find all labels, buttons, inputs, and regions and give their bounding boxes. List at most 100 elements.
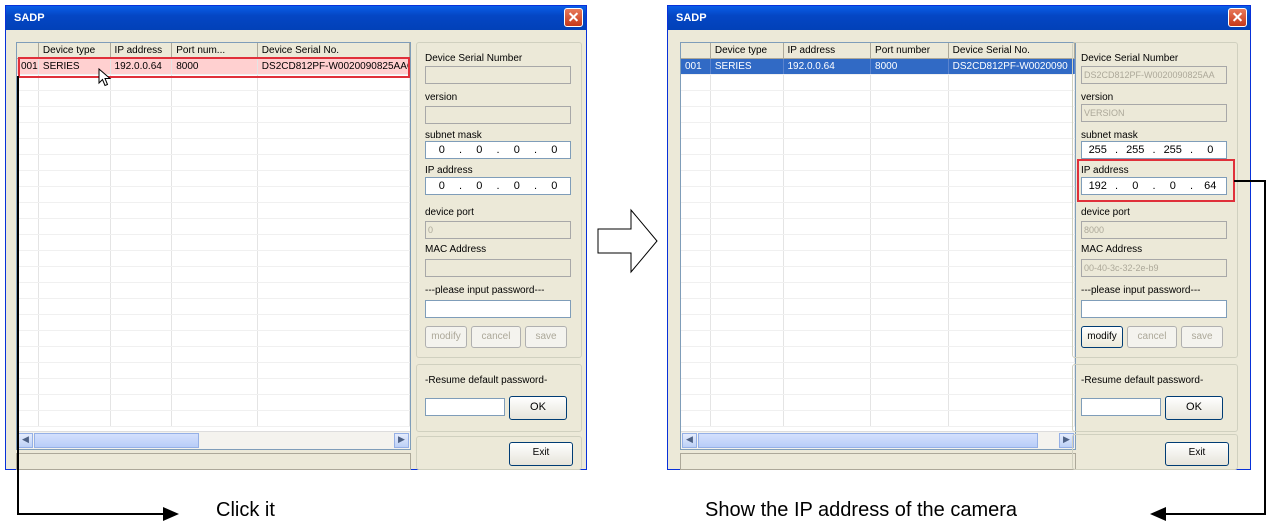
resume-label: -Resume default password- — [425, 375, 548, 386]
annotation-line-left-horizontal — [17, 513, 167, 515]
modify-button[interactable]: modify — [425, 326, 467, 348]
device-info-group: Device Serial Number version subnet mask… — [416, 42, 582, 358]
empty-row — [17, 331, 410, 347]
action-buttons: modify cancel save — [1081, 326, 1223, 348]
empty-row — [681, 267, 1075, 283]
modify-button[interactable]: modify — [1081, 326, 1123, 348]
mac-field — [425, 259, 571, 277]
outline-right-arrow-icon — [597, 208, 658, 274]
col-header-ip-address[interactable]: IP address — [784, 43, 872, 58]
subnet-label: subnet mask — [425, 130, 482, 141]
close-icon[interactable] — [564, 8, 583, 27]
save-button[interactable]: save — [1181, 326, 1223, 348]
cell-ip-address: 192.0.0.64 — [784, 59, 872, 74]
scroll-right-icon[interactable]: ▶ — [394, 433, 409, 448]
ok-button[interactable]: OK — [1165, 396, 1223, 420]
annotation-line-right-horizontal — [1164, 513, 1266, 515]
sadp-window-left: SADP Device type IP address Port num... … — [5, 5, 587, 470]
scroll-left-icon[interactable]: ◀ — [682, 433, 697, 448]
empty-row — [681, 123, 1075, 139]
empty-row — [681, 171, 1075, 187]
col-header-port[interactable]: Port number — [871, 43, 949, 58]
empty-row — [681, 363, 1075, 379]
subnet-label: subnet mask — [1081, 130, 1138, 141]
empty-row — [17, 107, 410, 123]
resume-password-input[interactable] — [425, 398, 505, 416]
col-header-ip-address[interactable]: IP address — [111, 43, 173, 58]
serial-label: Device Serial Number — [425, 53, 523, 64]
cancel-button[interactable]: cancel — [471, 326, 521, 348]
action-buttons: modify cancel save — [425, 326, 567, 348]
serial-label: Device Serial Number — [1081, 53, 1179, 64]
col-header-index[interactable] — [681, 43, 711, 58]
empty-row — [17, 283, 410, 299]
empty-row — [681, 331, 1075, 347]
empty-row — [681, 203, 1075, 219]
mac-field: 00-40-3c-32-2e-b9 — [1081, 259, 1227, 277]
cancel-button[interactable]: cancel — [1127, 326, 1177, 348]
mouse-pointer-icon — [98, 68, 112, 87]
col-header-serial[interactable]: Device Serial No. — [258, 43, 410, 58]
empty-row — [681, 283, 1075, 299]
password-label: ---please input password--- — [425, 285, 545, 296]
empty-row — [17, 379, 410, 395]
scroll-thumb[interactable] — [34, 433, 199, 448]
password-label: ---please input password--- — [1081, 285, 1201, 296]
title-bar: SADP — [668, 6, 1250, 30]
empty-row — [681, 235, 1075, 251]
password-input[interactable] — [425, 300, 571, 318]
subnet-input[interactable]: 255. 255. 255. 0 — [1081, 141, 1227, 159]
sadp-window-right: SADP Device type IP address Port number … — [667, 5, 1251, 470]
annotation-line-left-vertical — [17, 76, 19, 514]
horizontal-scrollbar[interactable]: ◀ ▶ — [17, 431, 410, 449]
empty-row — [17, 139, 410, 155]
device-list[interactable]: Device type IP address Port number Devic… — [680, 42, 1076, 450]
ip-highlight-box — [1077, 159, 1235, 202]
window-title: SADP — [14, 12, 45, 24]
cell-port: 8000 — [871, 59, 949, 74]
scroll-left-icon[interactable]: ◀ — [18, 433, 33, 448]
cell-device-type: SERIES — [711, 59, 784, 74]
empty-row — [17, 251, 410, 267]
version-label: version — [425, 92, 458, 103]
resume-password-input[interactable] — [1081, 398, 1161, 416]
status-bar — [680, 453, 1076, 470]
ok-button[interactable]: OK — [509, 396, 567, 420]
empty-row — [17, 123, 410, 139]
empty-row — [681, 299, 1075, 315]
empty-row — [17, 235, 410, 251]
caption-click-it: Click it — [216, 499, 275, 521]
horizontal-scrollbar[interactable]: ◀ ▶ — [681, 431, 1075, 449]
empty-row — [681, 187, 1075, 203]
col-header-index[interactable] — [17, 43, 39, 58]
col-header-port[interactable]: Port num... — [172, 43, 258, 58]
empty-row — [681, 75, 1075, 91]
ip-input[interactable]: 0.0.0.0 — [425, 177, 571, 195]
empty-row — [17, 171, 410, 187]
empty-row — [17, 347, 410, 363]
device-list[interactable]: Device type IP address Port num... Devic… — [16, 42, 411, 450]
port-field: 0 — [425, 221, 571, 239]
save-button[interactable]: save — [525, 326, 567, 348]
col-header-serial[interactable]: Device Serial No. — [949, 43, 1075, 58]
table-row[interactable]: 001 SERIES 192.0.0.64 8000 DS2CD812PF-W0… — [681, 59, 1075, 75]
empty-row — [681, 347, 1075, 363]
exit-button[interactable]: Exit — [1165, 442, 1229, 466]
port-label: device port — [1081, 207, 1130, 218]
scroll-thumb[interactable] — [698, 433, 1038, 448]
password-input[interactable] — [1081, 300, 1227, 318]
serial-field — [425, 66, 571, 84]
col-header-device-type[interactable]: Device type — [39, 43, 111, 58]
row-highlight-box — [18, 57, 410, 78]
window-title: SADP — [676, 12, 707, 24]
empty-row — [681, 395, 1075, 411]
empty-row — [681, 107, 1075, 123]
subnet-input[interactable]: 0.0.0.0 — [425, 141, 571, 159]
exit-button[interactable]: Exit — [509, 442, 573, 466]
col-header-device-type[interactable]: Device type — [711, 43, 784, 58]
close-icon[interactable] — [1228, 8, 1247, 27]
empty-row — [17, 267, 410, 283]
empty-row — [17, 363, 410, 379]
arrow-head-right-icon — [163, 507, 179, 521]
resume-label: -Resume default password- — [1081, 375, 1204, 386]
